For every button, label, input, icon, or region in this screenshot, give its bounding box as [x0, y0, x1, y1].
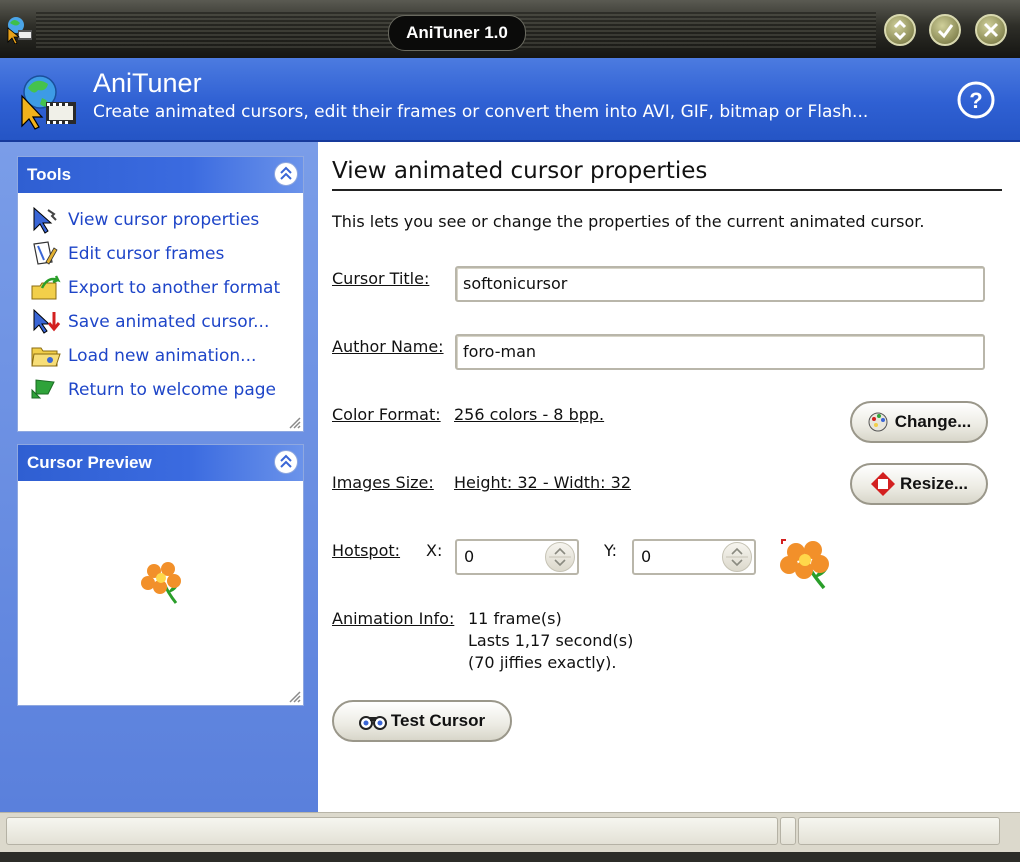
status-panel-right: [798, 817, 1000, 845]
flower-icon: [141, 562, 181, 604]
close-button[interactable]: [975, 14, 1007, 46]
images-size-value: Height: 32 - Width: 32: [454, 473, 631, 492]
header-app-name: AniTuner: [93, 68, 202, 98]
edit-frames-icon: [33, 241, 58, 265]
test-cursor-button-label: Test Cursor: [390, 711, 486, 730]
color-format-label: Color Format:: [332, 405, 441, 424]
tool-item-label: View cursor properties: [68, 210, 260, 230]
resize-button-label: Resize...: [899, 474, 969, 493]
title-divider: [332, 189, 1002, 191]
app-logo-icon: [21, 75, 76, 130]
spin-arrows-icon: [726, 547, 748, 567]
status-panel-divider: [780, 817, 796, 845]
tool-item-label: Save animated cursor...: [68, 312, 270, 332]
svg-text:?: ?: [969, 88, 982, 113]
tools-panel: Tools View cursor properties Edit cursor…: [17, 156, 304, 432]
chevron-up-icon: [280, 166, 292, 180]
export-icon: [31, 275, 61, 300]
minimize-icon: [893, 19, 907, 41]
hotspot-x-arrows[interactable]: [545, 542, 575, 572]
tool-item-view-properties[interactable]: View cursor properties: [30, 203, 303, 237]
hotspot-x-label: X:: [426, 541, 443, 560]
status-bar: [0, 812, 1020, 853]
hotspot-x-value: 0: [464, 547, 475, 566]
tool-item-label: Edit cursor frames: [68, 244, 225, 264]
change-button-label: Change...: [894, 412, 972, 431]
hotspot-y-arrows[interactable]: [722, 542, 752, 572]
tools-collapse-button[interactable]: [274, 162, 298, 186]
animation-jiffies: (70 jiffies exactly).: [468, 653, 617, 672]
chevron-up-icon: [280, 454, 292, 468]
header-subtitle: Create animated cursors, edit their fram…: [93, 102, 869, 122]
cursor-preview-header[interactable]: Cursor Preview: [18, 445, 303, 481]
load-folder-icon: [31, 347, 61, 367]
binoculars-icon: [358, 716, 387, 730]
hotspot-label: Hotspot:: [332, 541, 401, 560]
tools-heading: Tools: [27, 165, 72, 184]
window-bottom-frame: [0, 852, 1020, 862]
status-panel-main: [6, 817, 778, 845]
resize-arrows-icon: [870, 472, 895, 496]
close-icon: [983, 22, 999, 38]
tool-item-export[interactable]: Export to another format: [30, 271, 303, 305]
app-window: AniTuner 1.0 AniTuner Create animated cu…: [0, 0, 1020, 862]
hotspot-x-stepper[interactable]: 0: [455, 539, 579, 575]
tool-item-label: Return to welcome page: [68, 380, 277, 400]
cursor-preview-panel: Cursor Preview: [17, 444, 304, 706]
tool-item-load[interactable]: Load new animation...: [30, 339, 303, 373]
author-name-field[interactable]: foro-man: [455, 334, 985, 370]
animation-frames: 11 frame(s): [468, 609, 562, 628]
spin-arrows-icon: [549, 547, 571, 567]
palette-icon: [868, 412, 888, 432]
change-button[interactable]: Change...: [850, 401, 988, 443]
preview-collapse-button[interactable]: [274, 450, 298, 474]
cursor-title-label: Cursor Title:: [332, 269, 430, 288]
app-icon[interactable]: [4, 14, 34, 44]
hotspot-y-stepper[interactable]: 0: [632, 539, 756, 575]
tool-item-label: Export to another format: [68, 278, 281, 298]
cursor-preview-heading: Cursor Preview: [27, 453, 152, 472]
tool-item-edit-frames[interactable]: Edit cursor frames: [30, 237, 303, 271]
cursor-properties-icon: [33, 206, 57, 234]
minimize-button[interactable]: [884, 14, 916, 46]
test-cursor-button[interactable]: Test Cursor: [332, 700, 512, 742]
app-header: AniTuner Create animated cursors, edit t…: [0, 58, 1020, 142]
main-content: View animated cursor properties This let…: [318, 142, 1020, 812]
window-title: AniTuner 1.0: [388, 15, 526, 51]
cursor-title-field[interactable]: softonicursor: [455, 266, 985, 302]
resize-grip-icon[interactable]: [287, 689, 301, 703]
return-arrow-icon: [31, 379, 55, 399]
hotspot-flower-icon[interactable]: [778, 536, 840, 594]
title-bar[interactable]: AniTuner 1.0: [0, 0, 1020, 58]
resize-button[interactable]: Resize...: [850, 463, 988, 505]
tools-list: View cursor properties Edit cursor frame…: [18, 193, 303, 407]
color-format-value: 256 colors - 8 bpp.: [454, 405, 605, 424]
page-description: This lets you see or change the properti…: [332, 212, 925, 231]
help-circle-icon[interactable]: ?: [956, 80, 996, 120]
page-title: View animated cursor properties: [332, 158, 708, 184]
hotspot-y-value: 0: [641, 547, 652, 566]
left-sidebar: Tools View cursor properties Edit cursor…: [0, 142, 318, 812]
animation-duration: Lasts 1,17 second(s): [468, 631, 634, 650]
hotspot-y-label: Y:: [604, 541, 618, 560]
tool-item-save[interactable]: Save animated cursor...: [30, 305, 303, 339]
resize-grip-icon[interactable]: [287, 415, 301, 429]
author-name-label: Author Name:: [332, 337, 444, 356]
maximize-button[interactable]: [929, 14, 961, 46]
save-cursor-icon: [33, 308, 61, 334]
tool-item-label: Load new animation...: [68, 346, 257, 366]
animation-info-label: Animation Info:: [332, 609, 455, 628]
tool-item-return[interactable]: Return to welcome page: [30, 373, 303, 407]
check-icon: [937, 24, 954, 39]
images-size-label: Images Size:: [332, 473, 434, 492]
tools-panel-header[interactable]: Tools: [18, 157, 303, 193]
